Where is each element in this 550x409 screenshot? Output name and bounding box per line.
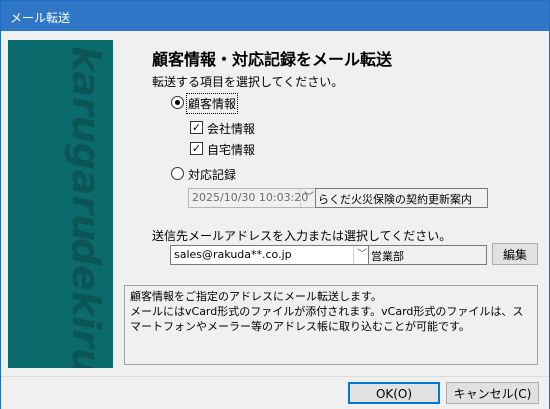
- info-line: メールにはvCard形式のファイルが添付されます。vCard形式のファイルは、ス: [130, 305, 524, 318]
- email-address-value: sales@rakuda**.co.jp: [174, 248, 292, 261]
- home-info-checkbox[interactable]: ✓: [190, 142, 203, 155]
- customer-info-radio[interactable]: [171, 96, 184, 109]
- address-prompt: 送信先メールアドレスを入力または選択してください。: [152, 229, 452, 243]
- record-subject-value: らくだ火災保険の契約更新案内: [318, 193, 472, 206]
- company-info-checkbox[interactable]: ✓: [190, 121, 203, 134]
- record-datetime-select[interactable]: 2025/10/30 10:03:20 ﹀: [188, 188, 317, 208]
- support-record-radio[interactable]: [171, 167, 184, 180]
- checkmark-icon: ✓: [191, 142, 202, 155]
- info-line: マートフォンやメーラー等のアドレス帳に取り込むことが可能です。: [130, 320, 470, 333]
- select-items-instruction: 転送する項目を選択してください。: [152, 75, 344, 89]
- company-info-label[interactable]: 会社情報: [207, 120, 255, 137]
- home-info-label[interactable]: 自宅情報: [207, 141, 255, 158]
- info-line: 顧客情報をご指定のアドレスにメール転送します。: [130, 290, 382, 303]
- customer-info-label[interactable]: 顧客情報: [185, 93, 239, 114]
- record-subject-field: らくだ火災保険の契約更新案内: [315, 188, 488, 208]
- email-address-combobox[interactable]: sales@rakuda**.co.jp ﹀: [170, 245, 370, 265]
- mail-forward-dialog: メール転送 karugaru dekiru 顧客情報・対応記録をメール転送 転送…: [0, 0, 550, 409]
- ok-button[interactable]: OK(O): [348, 382, 440, 404]
- title-bar: メール転送: [1, 1, 549, 31]
- info-message-box: 顧客情報をご指定のアドレスにメール転送します。 メールにはvCard形式のファイ…: [124, 285, 538, 365]
- department-field: 営業部: [368, 245, 487, 265]
- checkmark-icon: ✓: [191, 121, 202, 134]
- banner-logo-text-bottom: dekiru: [64, 238, 108, 368]
- window-title: メール転送: [10, 11, 71, 25]
- department-value: 営業部: [371, 250, 404, 263]
- edit-button[interactable]: 編集: [492, 243, 538, 265]
- banner-logo-text-top: karugaru: [64, 46, 108, 242]
- record-datetime-value: 2025/10/30 10:03:20: [192, 191, 309, 204]
- dialog-heading: 顧客情報・対応記録をメール転送: [152, 50, 393, 69]
- brand-banner: karugaru dekiru: [8, 40, 113, 368]
- cancel-button[interactable]: キャンセル(C): [446, 382, 539, 404]
- support-record-label[interactable]: 対応記録: [188, 166, 236, 183]
- dialog-footer: OK(O) キャンセル(C): [1, 376, 549, 409]
